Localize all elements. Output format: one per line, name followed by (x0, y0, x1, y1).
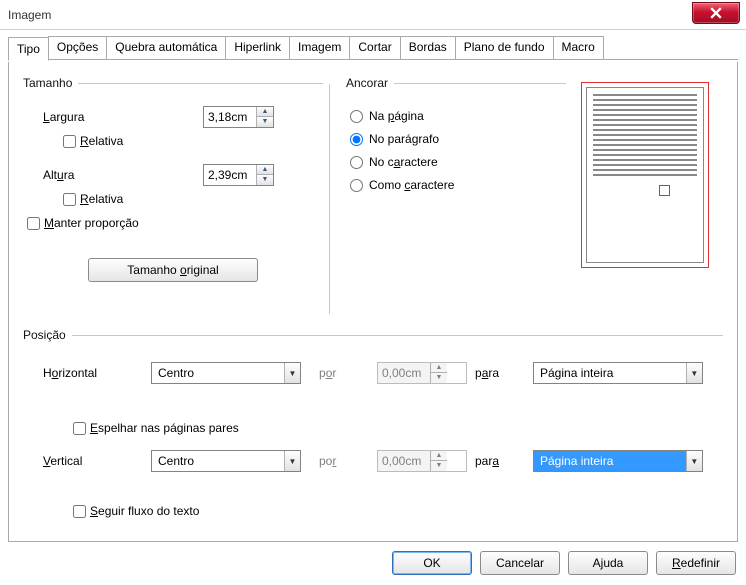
ok-button[interactable]: OK (392, 551, 472, 575)
tab-opcoes[interactable]: Opções (48, 36, 107, 59)
height-relative-check[interactable]: Relativa (63, 192, 123, 206)
v-to-select[interactable]: ▼ (533, 450, 703, 472)
v-by-input (378, 451, 430, 471)
v-to-value[interactable] (534, 452, 686, 470)
tab-hiperlink[interactable]: Hiperlink (225, 36, 290, 59)
help-button[interactable]: Ajuda (568, 551, 648, 575)
h-by-spinner: ▲▼ (377, 362, 467, 384)
close-button[interactable] (692, 2, 740, 24)
width-input[interactable] (204, 107, 256, 127)
height-input[interactable] (204, 165, 256, 185)
preview-anchor-marker (659, 185, 670, 196)
tab-imagem[interactable]: Imagem (289, 36, 350, 59)
size-legend: Tamanho (23, 76, 78, 90)
vertical-label: Vertical (43, 454, 143, 468)
height-label: Altura (43, 168, 203, 182)
cancel-button[interactable]: Cancelar (480, 551, 560, 575)
position-legend: Posição (23, 328, 72, 342)
height-spinner[interactable]: ▲▼ (203, 164, 274, 186)
chevron-down-icon[interactable]: ▼ (284, 451, 300, 471)
chevron-down-icon[interactable]: ▼ (284, 363, 300, 383)
tab-quebra[interactable]: Quebra automática (106, 36, 226, 59)
vertical-value[interactable] (152, 452, 284, 470)
tab-bar: Tipo Opções Quebra automática Hiperlink … (8, 36, 738, 60)
width-spinner[interactable]: ▲▼ (203, 106, 274, 128)
v-to-label: para (475, 454, 525, 468)
height-relative-label: Relativa (80, 192, 123, 206)
width-relative-check[interactable]: Relativa (63, 134, 123, 148)
chevron-down-icon[interactable]: ▼ (686, 363, 702, 383)
anchor-page[interactable]: Na página (346, 109, 566, 123)
tab-fundo[interactable]: Plano de fundo (455, 36, 554, 59)
anchor-group: Ancorar Na página No parágrafo No caract… (346, 76, 566, 201)
v-by-label: por (319, 454, 369, 468)
vertical-divider (329, 84, 330, 314)
tab-cortar[interactable]: Cortar (349, 36, 400, 59)
height-down[interactable]: ▼ (257, 175, 273, 185)
follow-text-check[interactable]: Seguir fluxo do texto (43, 504, 713, 518)
horizontal-value[interactable] (152, 364, 284, 382)
anchor-legend: Ancorar (346, 76, 394, 90)
h-to-select[interactable]: ▼ (533, 362, 703, 384)
h-to-value[interactable] (534, 364, 686, 382)
v-by-spinner: ▲▼ (377, 450, 467, 472)
h-to-label: para (475, 366, 525, 380)
tab-tipo[interactable]: Tipo (8, 37, 49, 61)
mirror-label: Espelhar nas páginas pares (90, 421, 239, 435)
horizontal-label: Horizontal (43, 366, 143, 380)
keep-ratio-check[interactable]: Manter proporção (27, 216, 139, 230)
horizontal-select[interactable]: ▼ (151, 362, 301, 384)
tab-bordas[interactable]: Bordas (400, 36, 456, 59)
dialog-buttons: OK Cancelar Ajuda Redefinir (392, 551, 736, 575)
reset-button[interactable]: Redefinir (656, 551, 736, 575)
keep-ratio-label: Manter proporção (44, 216, 139, 230)
width-up[interactable]: ▲ (257, 107, 273, 117)
vertical-select[interactable]: ▼ (151, 450, 301, 472)
anchor-paragraph[interactable]: No parágrafo (346, 132, 566, 146)
follow-text-label: Seguir fluxo do texto (90, 504, 199, 518)
h-by-label: por (319, 366, 369, 380)
position-group: Posição Horizontal ▼ por ▲▼ para ▼ (23, 328, 723, 518)
anchor-character[interactable]: No caractere (346, 155, 566, 169)
h-by-input (378, 363, 430, 383)
close-icon (710, 7, 722, 19)
anchor-as-character[interactable]: Como caractere (346, 178, 566, 192)
chevron-down-icon[interactable]: ▼ (686, 451, 702, 471)
height-up[interactable]: ▲ (257, 165, 273, 175)
mirror-check[interactable]: Espelhar nas páginas pares (43, 421, 713, 435)
tab-macro[interactable]: Macro (553, 36, 604, 59)
width-label: Largura (43, 110, 203, 124)
window-title: Imagem (8, 8, 51, 22)
width-relative-label: Relativa (80, 134, 123, 148)
size-group: Tamanho Largura ▲▼ Relativa (23, 76, 323, 288)
original-size-button[interactable]: Tamanho original (88, 258, 258, 282)
width-down[interactable]: ▼ (257, 117, 273, 127)
preview-pane (581, 82, 709, 268)
